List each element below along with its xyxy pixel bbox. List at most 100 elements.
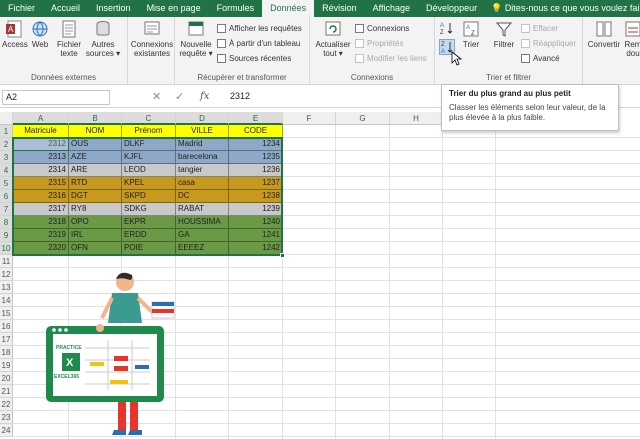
tab-0[interactable]: Fichier — [0, 0, 43, 17]
table-cell[interactable]: RY8 — [69, 203, 122, 216]
row-header-16[interactable]: 16 — [0, 320, 13, 333]
row-header-11[interactable]: 11 — [0, 255, 13, 268]
table-cell[interactable]: ARE — [69, 164, 122, 177]
access-button[interactable]: A Access — [2, 20, 28, 49]
column-header-A[interactable]: A — [13, 112, 69, 125]
table-cell[interactable]: tangier — [176, 164, 229, 177]
row-header-17[interactable]: 17 — [0, 333, 13, 346]
table-cell[interactable]: 1234 — [229, 138, 283, 151]
tab-6[interactable]: Révision — [314, 0, 365, 17]
table-cell[interactable]: KJFL — [122, 151, 176, 164]
row-header-8[interactable]: 8 — [0, 216, 13, 229]
table-cell[interactable]: LEOD — [122, 164, 176, 177]
recent-sources-button[interactable]: Sources récentes — [217, 52, 291, 64]
column-header-F[interactable]: F — [283, 112, 336, 125]
table-cell[interactable]: 1240 — [229, 216, 283, 229]
clear-filter-button[interactable]: Effacer — [521, 22, 558, 34]
tab-5[interactable]: Données — [262, 0, 315, 17]
new-query-button[interactable]: Nouvelle requête ▾ — [178, 20, 214, 58]
table-cell[interactable]: 2320 — [13, 242, 69, 255]
table-cell[interactable]: EKPR — [122, 216, 176, 229]
column-header-C[interactable]: C — [122, 112, 176, 125]
table-cell[interactable]: 1235 — [229, 151, 283, 164]
table-cell[interactable]: 2313 — [13, 151, 69, 164]
table-cell[interactable]: 1242 — [229, 242, 283, 255]
existing-connections-button[interactable]: Connexions existantes — [130, 20, 174, 58]
properties-button[interactable]: Propriétés — [355, 37, 403, 49]
table-cell[interactable]: RABAT — [176, 203, 229, 216]
tab-1[interactable]: Accueil — [43, 0, 88, 17]
table-cell[interactable]: 1236 — [229, 164, 283, 177]
table-cell[interactable]: AZE — [69, 151, 122, 164]
select-all-corner[interactable] — [0, 112, 13, 125]
table-cell[interactable]: Madrid — [176, 138, 229, 151]
table-cell[interactable]: KPEL — [122, 177, 176, 190]
header-cell-D[interactable]: VILLE — [176, 125, 229, 138]
table-cell[interactable]: 2316 — [13, 190, 69, 203]
table-cell[interactable]: 2319 — [13, 229, 69, 242]
column-header-G[interactable]: G — [336, 112, 390, 125]
row-header-2[interactable]: 2 — [0, 138, 13, 151]
check-icon[interactable]: ✓ — [175, 90, 184, 103]
show-queries-button[interactable]: Afficher les requêtes — [217, 22, 302, 34]
reapply-button[interactable]: Réappliquer — [521, 37, 576, 49]
row-header-9[interactable]: 9 — [0, 229, 13, 242]
filter-button[interactable]: Filtrer — [489, 20, 519, 49]
row-header-24[interactable]: 24 — [0, 424, 13, 437]
row-header-21[interactable]: 21 — [0, 385, 13, 398]
tab-3[interactable]: Mise en page — [139, 0, 209, 17]
header-cell-B[interactable]: NOM — [69, 125, 122, 138]
name-box[interactable]: A2 — [2, 90, 110, 105]
other-sources-button[interactable]: Autres sources ▾ — [85, 20, 121, 58]
table-cell[interactable]: SKPD — [122, 190, 176, 203]
row-header-13[interactable]: 13 — [0, 281, 13, 294]
row-header-18[interactable]: 18 — [0, 346, 13, 359]
row-header-4[interactable]: 4 — [0, 164, 13, 177]
tab-4[interactable]: Formules — [209, 0, 263, 17]
row-header-12[interactable]: 12 — [0, 268, 13, 281]
table-cell[interactable]: 2315 — [13, 177, 69, 190]
table-cell[interactable]: DLKF — [122, 138, 176, 151]
table-cell[interactable]: OPO — [69, 216, 122, 229]
row-header-14[interactable]: 14 — [0, 294, 13, 307]
row-header-1[interactable]: 1 — [0, 125, 13, 138]
table-cell[interactable]: 2314 — [13, 164, 69, 177]
table-cell[interactable]: EEEEZ — [176, 242, 229, 255]
row-header-6[interactable]: 6 — [0, 190, 13, 203]
refresh-all-button[interactable]: Actualiser tout ▾ — [313, 20, 353, 58]
from-table-button[interactable]: À partir d'un tableau — [217, 37, 300, 49]
remove-duplicates-button[interactable]: Rem dou — [623, 20, 640, 58]
table-cell[interactable]: 2318 — [13, 216, 69, 229]
web-button[interactable]: Web — [29, 20, 51, 49]
row-header-19[interactable]: 19 — [0, 359, 13, 372]
formula-input[interactable]: 2312 — [230, 91, 250, 101]
table-cell[interactable]: DC — [176, 190, 229, 203]
header-cell-C[interactable]: Prénom — [122, 125, 176, 138]
table-cell[interactable]: GA — [176, 229, 229, 242]
row-header-22[interactable]: 22 — [0, 398, 13, 411]
column-header-D[interactable]: D — [176, 112, 229, 125]
table-cell[interactable]: OFN — [69, 242, 122, 255]
table-cell[interactable]: ERDD — [122, 229, 176, 242]
table-cell[interactable]: IRL — [69, 229, 122, 242]
header-cell-A[interactable]: Matricule — [13, 125, 69, 138]
table-cell[interactable]: HOUSSIMA — [176, 216, 229, 229]
tab-2[interactable]: Insertion — [88, 0, 139, 17]
sort-button[interactable]: AZ Trier — [457, 20, 485, 49]
active-cell[interactable] — [13, 138, 69, 151]
table-cell[interactable]: 1237 — [229, 177, 283, 190]
edit-links-button[interactable]: Modifier les liens — [355, 52, 427, 64]
table-cell[interactable]: casa — [176, 177, 229, 190]
row-header-10[interactable]: 10 — [0, 242, 13, 255]
table-cell[interactable]: POIE — [122, 242, 176, 255]
column-header-H[interactable]: H — [390, 112, 443, 125]
table-cell[interactable]: 1238 — [229, 190, 283, 203]
row-header-7[interactable]: 7 — [0, 203, 13, 216]
tab-8[interactable]: Développeur — [418, 0, 485, 17]
tab-7[interactable]: Affichage — [365, 0, 418, 17]
table-cell[interactable]: 1239 — [229, 203, 283, 216]
table-cell[interactable]: DGT — [69, 190, 122, 203]
table-cell[interactable]: OUS — [69, 138, 122, 151]
row-header-5[interactable]: 5 — [0, 177, 13, 190]
column-header-B[interactable]: B — [69, 112, 122, 125]
